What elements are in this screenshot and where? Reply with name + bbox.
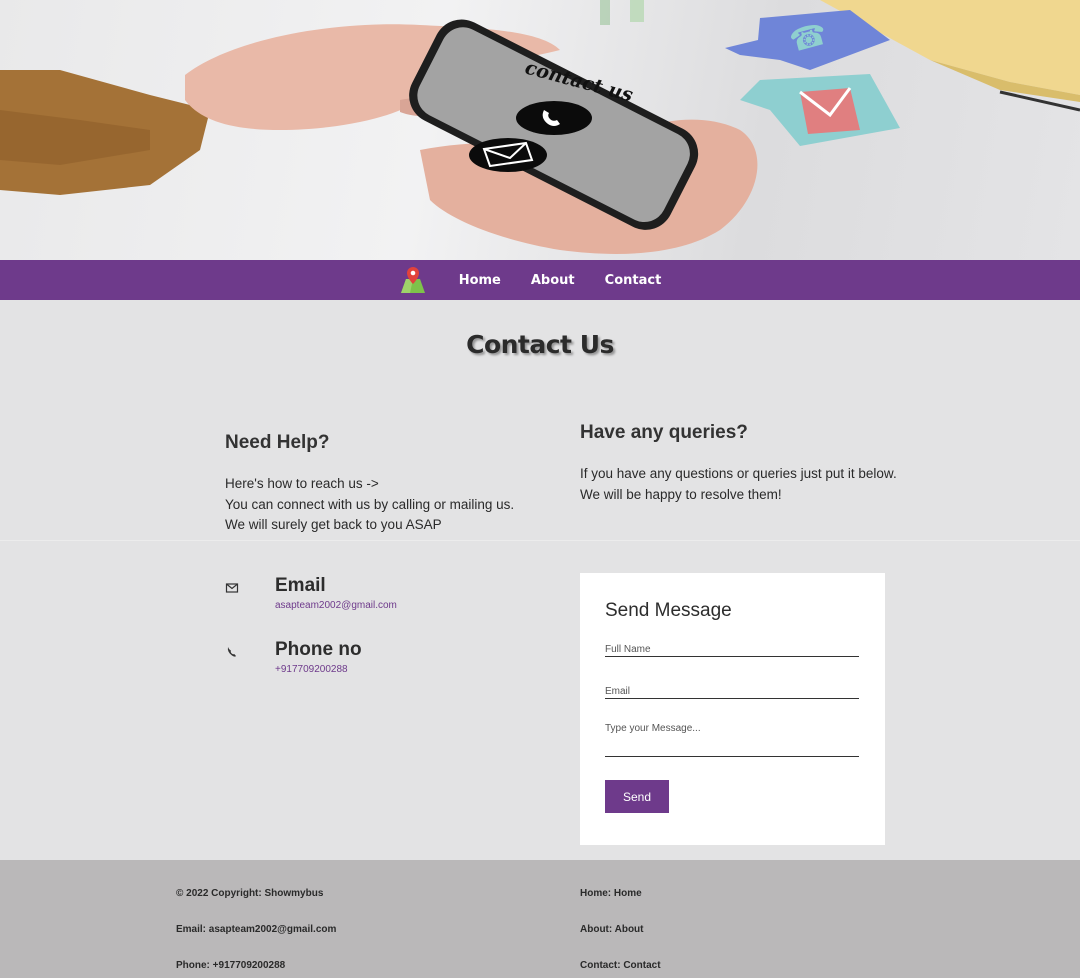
form-heading: Send Message: [605, 600, 732, 621]
footer-about-link[interactable]: About: About: [580, 924, 644, 935]
send-message-form: Send Message Send: [580, 573, 885, 845]
need-help-line: We will surely get back to you ASAP: [225, 517, 442, 532]
page-title: Contact Us: [466, 330, 614, 359]
map-pin-icon[interactable]: [398, 265, 428, 295]
section-divider: [0, 540, 1080, 541]
email-value[interactable]: asapteam2002@gmail.com: [275, 600, 397, 611]
footer-home-link[interactable]: Home: Home: [580, 888, 642, 899]
footer: © 2022 Copyright: Showmybus Email: asapt…: [0, 860, 1080, 978]
email-label: Email: [275, 575, 326, 596]
send-button[interactable]: Send: [605, 780, 669, 813]
footer-phone[interactable]: Phone: +917709200288: [176, 960, 285, 971]
need-help-section: Need Help? Here's how to reach us -> You…: [225, 432, 545, 536]
footer-email[interactable]: Email: asapteam2002@gmail.com: [176, 924, 336, 935]
need-help-line: You can connect with us by calling or ma…: [225, 496, 515, 512]
queries-heading: Have any queries?: [580, 422, 748, 443]
queries-line: If you have any questions or queries jus…: [580, 466, 897, 481]
full-name-input[interactable]: [605, 644, 859, 655]
hero-illustration: ☎ contact us: [0, 0, 1080, 254]
envelope-icon: [225, 583, 239, 593]
email-field-wrapper: [605, 681, 859, 699]
phone-value[interactable]: +917709200288: [275, 664, 348, 675]
hero-banner: ☎ contact us: [0, 0, 1080, 260]
need-help-heading: Need Help?: [225, 432, 330, 453]
message-textarea[interactable]: [605, 723, 859, 745]
top-navbar: Home About Contact: [0, 260, 1080, 300]
nav-contact-link[interactable]: Contact: [605, 273, 662, 288]
need-help-line: Here's how to reach us ->: [225, 476, 379, 491]
phone-icon: [227, 647, 236, 657]
phone-label: Phone no: [275, 639, 362, 660]
nav-home-link[interactable]: Home: [459, 273, 501, 288]
queries-line: We will be happy to resolve them!: [580, 486, 782, 502]
footer-contact-link[interactable]: Contact: Contact: [580, 960, 661, 971]
queries-section: Have any queries? If you have any questi…: [580, 422, 940, 505]
email-input[interactable]: [605, 686, 859, 697]
full-name-field-wrapper: [605, 639, 859, 657]
nav-about-link[interactable]: About: [531, 273, 575, 288]
message-field-wrapper: [605, 723, 859, 757]
footer-copyright: © 2022 Copyright: Showmybus: [176, 888, 324, 899]
